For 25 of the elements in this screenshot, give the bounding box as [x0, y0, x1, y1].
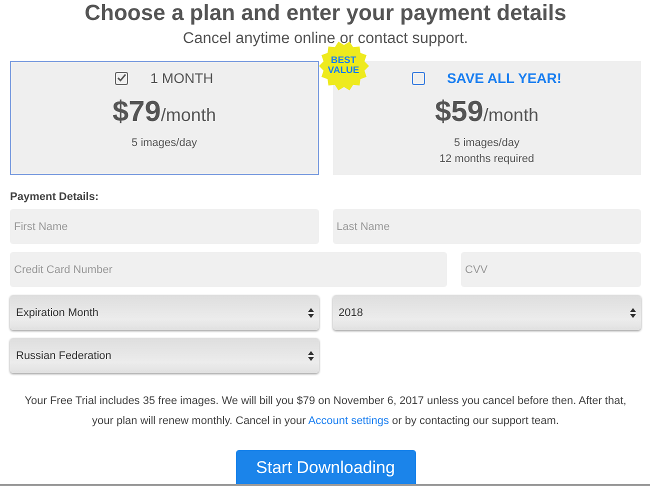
plan-detail: 12 months required: [439, 152, 534, 167]
plan-detail: 5 images/day: [132, 136, 197, 151]
page-heading: Choose a plan and enter your payment details: [84, 0, 568, 26]
input-field[interactable]: Last Name: [332, 209, 641, 244]
billing-notice: Your Free Trial includes 35 free images. We will bill you $79 on November 6, 2017 unless you cancel before then. After that, your plan will renew monthly. Cancel in your Account settings or by contacting our support team.: [24, 394, 628, 429]
input-field[interactable]: First Name: [10, 209, 318, 244]
dropdown-field[interactable]: 2018: [332, 295, 641, 330]
dropdown-field[interactable]: Expiration Month: [10, 295, 318, 330]
account-settings-link[interactable]: Account settings: [308, 415, 389, 427]
plan-checkbox[interactable]: [115, 72, 128, 84]
dropdown-arrows-icon: [630, 308, 636, 318]
plan-title: SAVE ALL YEAR!: [446, 70, 562, 86]
input-field[interactable]: Credit Card Number: [10, 252, 448, 287]
section-label: Payment Details:: [10, 191, 100, 203]
dropdown-arrows-icon: [308, 308, 314, 318]
dropdown-arrows-icon: [308, 350, 314, 360]
input-field[interactable]: CVV: [461, 252, 641, 287]
start-downloading-button[interactable]: Start Downloading: [236, 450, 416, 484]
plan-card[interactable]: 1 MONTH $79/month 5 images/day: [10, 61, 318, 175]
plan-detail: 5 images/day: [453, 136, 520, 151]
plan-title: 1 MONTH: [150, 70, 214, 86]
plan-price: $79/month: [112, 96, 216, 129]
dropdown-field[interactable]: Russian Federation: [10, 338, 318, 373]
plan-price: $59/month: [435, 96, 538, 129]
plan-checkbox[interactable]: [412, 72, 425, 84]
